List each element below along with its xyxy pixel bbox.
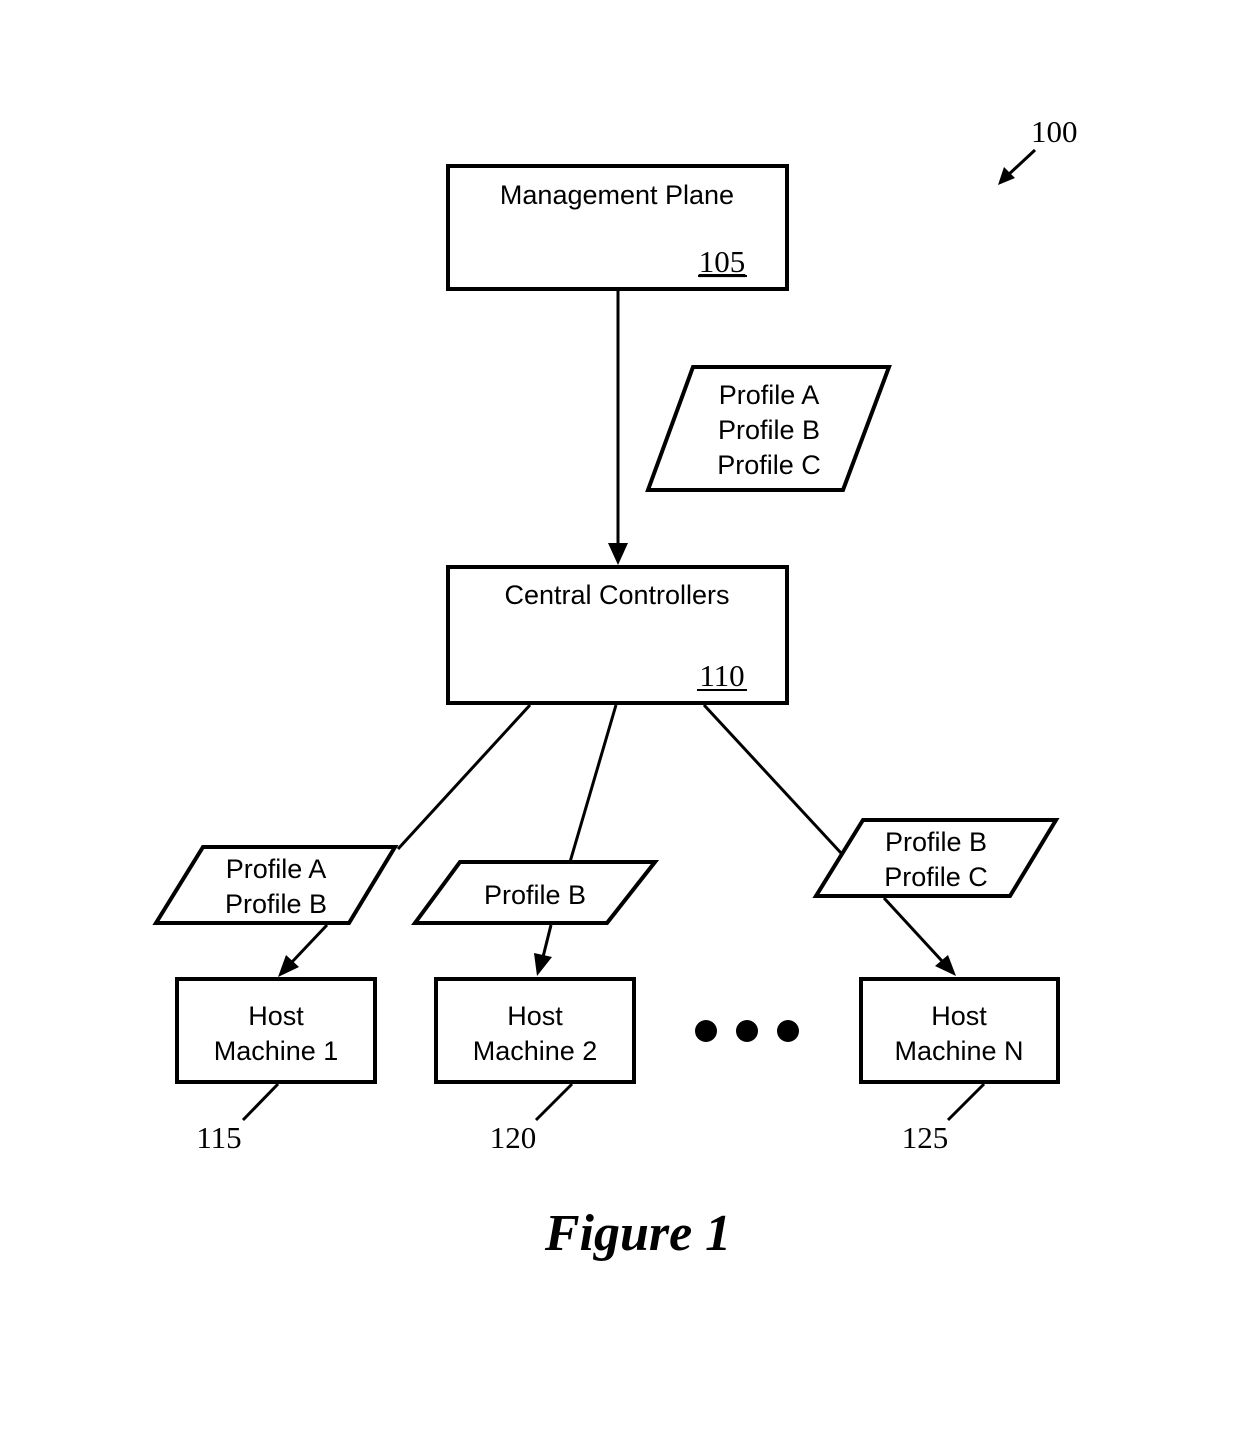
diagram-canvas: 100 Management Plane 105 Profile A Profi… (152, 114, 1078, 1262)
figure-reference-number: 100 (1031, 114, 1078, 149)
profile-to-host2-arrowhead-icon (534, 953, 552, 976)
profile-set-to-host2: Profile B (411, 860, 660, 925)
figure-reference: 100 (998, 114, 1078, 185)
host-machine-2-node: Host Machine 2 120 (434, 977, 636, 1155)
profile-item: Profile B (885, 827, 987, 857)
host-machine-1-ref: 115 (196, 1120, 241, 1155)
cc-to-host2-connector (568, 704, 618, 863)
more-hosts-ellipsis (695, 1020, 799, 1042)
host-machine-label-line1: Host (507, 1001, 563, 1031)
host-machine-1-node: Host Machine 1 115 (175, 977, 377, 1155)
profile-set-to-controllers: Profile A Profile B Profile C (645, 365, 892, 492)
host-machine-2-ref: 120 (490, 1120, 537, 1155)
host-machine-label-line1: Host (931, 1001, 987, 1031)
management-plane-ref: 105 (699, 244, 746, 279)
profile-item: Profile C (884, 862, 988, 892)
profile-item: Profile B (484, 880, 586, 910)
host-machine-label-line2: Machine 2 (473, 1036, 598, 1066)
cc-to-hostN-connector (702, 703, 843, 855)
profile-set-to-hostN: Profile B Profile C (812, 818, 1060, 898)
central-controllers-title: Central Controllers (504, 580, 729, 610)
ellipsis-dot-icon (695, 1020, 717, 1042)
management-plane-node: Management Plane 105 (446, 164, 789, 291)
central-controllers-node: Central Controllers 110 (446, 565, 789, 705)
cc-to-host1-connector (396, 703, 532, 851)
host-machine-n-node: Host Machine N 125 (859, 977, 1060, 1155)
host-machine-label-line1: Host (248, 1001, 304, 1031)
profile-to-host1-connector (290, 923, 329, 964)
ellipsis-dot-icon (736, 1020, 758, 1042)
host-machine-n-leader-line (946, 1082, 986, 1122)
profile-item: Profile A (226, 854, 327, 884)
figure-caption: Figure 1 (544, 1205, 731, 1262)
host-machine-label-line2: Machine 1 (214, 1036, 339, 1066)
profile-item: Profile C (717, 450, 821, 480)
profile-to-host2-connector (541, 924, 553, 958)
central-controllers-ref: 110 (699, 658, 744, 693)
management-plane-title: Management Plane (500, 180, 734, 210)
profile-item: Profile B (225, 889, 327, 919)
host-machine-n-ref: 125 (902, 1120, 949, 1155)
profile-item: Profile B (718, 415, 820, 445)
profile-item: Profile A (719, 380, 820, 410)
host-machine-label-line2: Machine N (894, 1036, 1023, 1066)
ellipsis-dot-icon (777, 1020, 799, 1042)
profile-set-to-host1: Profile A Profile B (152, 845, 399, 925)
profile-to-hostN-connector (882, 896, 944, 963)
host-machine-2-leader-line (534, 1082, 574, 1122)
host-machine-1-leader-line (241, 1082, 280, 1122)
mp-to-cc-arrowhead-icon (608, 543, 628, 565)
figure-reference-arrow-line (1005, 148, 1037, 178)
